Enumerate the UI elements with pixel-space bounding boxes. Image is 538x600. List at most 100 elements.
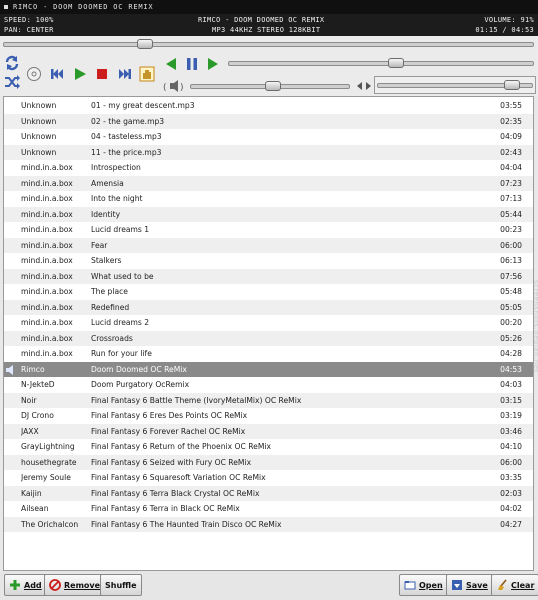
balance-slider-knob[interactable]: [264, 81, 281, 91]
play-icon[interactable]: [72, 66, 88, 82]
position-slider-knob[interactable]: [136, 39, 153, 49]
playlist-row[interactable]: Kaijin Final Fantasy 6 Terra Black Crysta…: [4, 485, 533, 501]
playlist-row[interactable]: mind.in.a.box What used to be 07:56: [4, 268, 533, 284]
playlist-artist: housethegrate: [21, 457, 77, 467]
playlist-time: 05:48: [500, 287, 522, 296]
playlist-row[interactable]: mind.in.a.box The place 05:48: [4, 284, 533, 300]
disc-icon[interactable]: [26, 66, 42, 82]
playlist-row[interactable]: mind.in.a.box Lucid dreams 2 00:20: [4, 315, 533, 331]
playlist-title: Introspection: [91, 163, 141, 172]
rewind-icon[interactable]: [163, 56, 179, 72]
playlist-title: Final Fantasy 6 Forever Rachel OC ReMix: [91, 426, 246, 436]
playlist-row[interactable]: mind.in.a.box Stalkers 06:13: [4, 253, 533, 269]
playlist-title: Final Fantasy 6 Battle Theme (IvoryMetal…: [91, 395, 302, 405]
window-titlebar[interactable]: RIMCO - DOOM DOOMED OC REMIX: [0, 0, 538, 14]
playlist-row[interactable]: mind.in.a.box Identity 05:44: [4, 206, 533, 222]
playlist-row[interactable]: DJ Crono Final Fantasy 6 Eres Des Points …: [4, 408, 533, 424]
clear-button[interactable]: Clear: [491, 574, 538, 596]
playlist-time: 05:44: [500, 209, 522, 219]
playlist-title: The place: [91, 287, 128, 296]
hand-icon[interactable]: [139, 66, 155, 82]
window-menu-icon[interactable]: [4, 5, 8, 9]
playlist-row[interactable]: mind.in.a.box Run for your life 04:28: [4, 346, 533, 362]
add-button[interactable]: Add: [4, 574, 47, 596]
save-icon: [451, 579, 463, 591]
playlist-time: 03:19: [500, 411, 522, 420]
playlist-row[interactable]: mind.in.a.box Amensia 07:23: [4, 175, 533, 191]
playlist-artist: N-JekteD: [21, 380, 55, 389]
playlist-row[interactable]: Unknown 02 - the game.mp3 02:35: [4, 113, 533, 129]
next-icon[interactable]: [117, 66, 133, 82]
playlist-row[interactable]: Ailsean Final Fantasy 6 Terra in Black OC…: [4, 501, 533, 517]
speed-slider-knob[interactable]: [387, 58, 404, 68]
playlist-artist: mind.in.a.box: [21, 302, 73, 312]
speed-slider[interactable]: [228, 61, 534, 66]
stop-icon[interactable]: [94, 66, 110, 82]
playlist-row[interactable]: mind.in.a.box Into the night 07:13: [4, 191, 533, 207]
shuffle-icon[interactable]: [4, 74, 20, 90]
volume-readout: VOLUME: 91%: [484, 16, 534, 24]
playlist-time: 04:27: [500, 519, 522, 529]
playlist-artist: Kaijin: [21, 488, 42, 498]
playlist-row[interactable]: Noir Final Fantasy 6 Battle Theme (IvoryM…: [4, 392, 533, 408]
playlist-row[interactable]: mind.in.a.box Fear 06:00: [4, 237, 533, 253]
remove-button-label: Remove: [64, 580, 101, 590]
repeat-icon[interactable]: [4, 55, 20, 71]
add-button-label: Add: [24, 580, 42, 590]
playlist-title: 01 - my great descent.mp3: [91, 101, 195, 110]
playlist-title: Amensia: [91, 178, 124, 188]
playlist-row[interactable]: housethegrate Final Fantasy 6 Seized with…: [4, 454, 533, 470]
playlist-artist: GrayLightning: [21, 442, 75, 451]
playlist-row[interactable]: mind.in.a.box Redefined 05:05: [4, 299, 533, 315]
playlist-row[interactable]: JAXX Final Fantasy 6 Forever Rachel OC Re…: [4, 423, 533, 439]
playlist-time: 03:46: [500, 426, 522, 436]
previous-icon[interactable]: [49, 66, 65, 82]
playlist-title: Fear: [91, 240, 108, 250]
forward-icon[interactable]: [205, 56, 221, 72]
playlist-row[interactable]: Unknown 01 - my great descent.mp3 03:55: [4, 98, 533, 114]
playlist-row[interactable]: mind.in.a.box Crossroads 05:26: [4, 330, 533, 346]
playlist-time: 00:23: [500, 225, 522, 234]
playlist-row[interactable]: mind.in.a.box Lucid dreams 1 00:23: [4, 222, 533, 238]
playlist-title: Final Fantasy 6 Terra in Black OC ReMix: [91, 504, 240, 513]
save-button[interactable]: Save: [446, 574, 493, 596]
playlist-row[interactable]: GrayLightning Final Fantasy 6 Return of t…: [4, 439, 533, 455]
svg-text:): ): [180, 83, 184, 93]
playlist-time: 03:15: [500, 395, 522, 405]
playlist-artist: Unknown: [21, 101, 57, 110]
playlist-artist: The Orichalcon: [21, 519, 79, 529]
playlist-row[interactable]: N-JekteD Doom Purgatory OcRemix 04:03: [4, 377, 533, 393]
playlist-row[interactable]: mind.in.a.box Introspection 04:04: [4, 160, 533, 176]
playlist-artist: Unknown: [21, 147, 57, 157]
playlist-row-selected[interactable]: Rimco Doom Doomed OC ReMix 04:53: [4, 361, 533, 377]
playlist-row[interactable]: Jeremy Soule Final Fantasy 6 Squaresoft V…: [4, 470, 533, 486]
playlist-artist: Noir: [21, 395, 37, 405]
playlist[interactable]: Unknown 01 - my great descent.mp3 03:55 Unk…: [3, 96, 534, 571]
playlist-time: 02:43: [500, 147, 522, 157]
position-slider[interactable]: [3, 42, 534, 47]
playlist-title: Doom Purgatory OcRemix: [91, 380, 190, 389]
remove-button[interactable]: Remove: [44, 574, 106, 596]
playlist-time: 05:05: [500, 302, 522, 312]
playlist-artist: mind.in.a.box: [21, 240, 73, 250]
volume-slider-knob[interactable]: [504, 80, 521, 90]
playlist-time: 07:56: [500, 271, 522, 281]
shuffle-button[interactable]: Shuffle: [100, 574, 142, 596]
playlist-time: 05:26: [500, 333, 522, 343]
stream-info: MP3 44KHZ STEREO 128KBIT: [212, 26, 321, 34]
add-icon: [9, 579, 21, 591]
playlist-title: Final Fantasy 6 Return of the Phoenix OC…: [91, 442, 272, 451]
playlist-row[interactable]: Unknown 04 - tasteless.mp3 04:09: [4, 129, 533, 145]
playlist-time: 04:04: [500, 163, 522, 172]
playlist-row[interactable]: Unknown 11 - the price.mp3 02:43: [4, 144, 533, 160]
playlist-row[interactable]: The Orichalcon Final Fantasy 6 The Haunte…: [4, 516, 533, 532]
balance-arrows-icon[interactable]: [356, 78, 372, 94]
playlist-artist: mind.in.a.box: [21, 194, 73, 203]
playlist-title: Lucid dreams 2: [91, 318, 150, 327]
pause-icon[interactable]: [184, 56, 200, 72]
speaker-icon[interactable]: (): [163, 78, 187, 94]
playlist-time: 07:13: [500, 194, 522, 203]
playlist-time: 02:35: [500, 116, 522, 126]
playlist-time: 04:28: [500, 349, 522, 358]
open-button[interactable]: Open: [399, 574, 448, 596]
